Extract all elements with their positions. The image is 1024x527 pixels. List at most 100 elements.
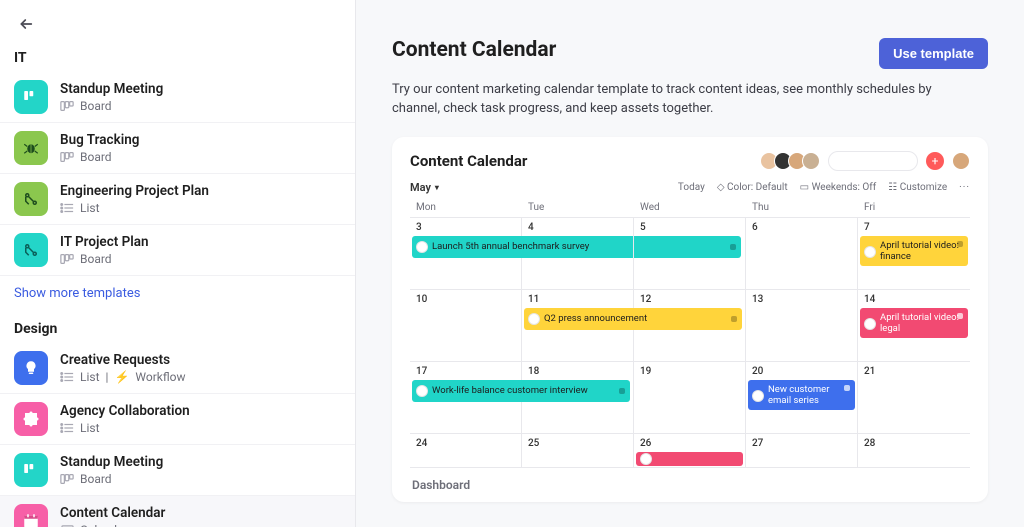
- calendar-cell[interactable]: 24: [410, 434, 522, 468]
- event-handle-icon: [957, 241, 963, 247]
- dashboard-tab[interactable]: Dashboard: [410, 468, 970, 502]
- cell-date: 18: [522, 366, 633, 379]
- cell-date: 11: [522, 294, 633, 307]
- calendar-cell[interactable]: 18: [522, 362, 634, 434]
- template-item[interactable]: IT Project Plan Board: [0, 225, 355, 276]
- bug-icon: [22, 139, 40, 157]
- day-header: Wed: [634, 198, 746, 217]
- arrow-left-icon: [18, 16, 34, 32]
- calendar-cell[interactable]: 3 Launch 5th annual benchmark survey: [410, 218, 522, 290]
- template-description: Try our content marketing calendar templ…: [392, 81, 932, 119]
- cell-date: 12: [634, 294, 745, 307]
- workflow-bolt-icon: ⚡: [114, 370, 129, 384]
- event-partial[interactable]: [636, 452, 743, 466]
- template-icon: [14, 402, 48, 436]
- template-item[interactable]: Creative Requests List | ⚡ Workflow: [0, 343, 355, 394]
- avatar: [864, 246, 876, 258]
- calendar-cell[interactable]: 26: [634, 434, 746, 468]
- collaborator-avatars[interactable]: [760, 152, 820, 170]
- use-template-button[interactable]: Use template: [879, 38, 988, 69]
- plan-icon: [22, 241, 40, 259]
- template-item-selected[interactable]: Content Calendar Calendar: [0, 496, 355, 527]
- board-type-icon: [60, 253, 74, 265]
- template-item[interactable]: Standup Meeting Board: [0, 445, 355, 496]
- color-option[interactable]: ◇ Color: Default: [717, 182, 788, 193]
- add-button[interactable]: +: [926, 152, 944, 170]
- section-header-it: IT: [0, 44, 355, 72]
- calendar-row: 24 25 26 27 28: [410, 434, 970, 468]
- template-preview: Content Calendar + May ▾ Today ◇ C: [392, 137, 988, 502]
- template-title: Engineering Project Plan: [60, 183, 209, 199]
- month-label: May: [410, 181, 431, 194]
- template-title: IT Project Plan: [60, 234, 149, 250]
- show-more-link[interactable]: Show more templates: [0, 276, 355, 315]
- calendar-cell[interactable]: 14 April tutorial video: legal: [858, 290, 970, 362]
- template-type: Calendar: [80, 523, 128, 527]
- calendar-icon: [22, 512, 40, 527]
- template-icon: [14, 182, 48, 216]
- board-icon: [22, 88, 40, 106]
- calendar-cell[interactable]: 21: [858, 362, 970, 434]
- calendar-cell[interactable]: 17 Work-life balance customer interview: [410, 362, 522, 434]
- cell-date: 17: [410, 366, 521, 379]
- board-type-icon: [60, 100, 74, 112]
- template-extra: Workflow: [135, 370, 185, 384]
- cell-date: 24: [410, 438, 521, 451]
- calendar-cell[interactable]: 12: [634, 290, 746, 362]
- board-icon: [22, 461, 40, 479]
- template-title: Content Calendar: [60, 505, 165, 521]
- avatar: [640, 453, 652, 465]
- plus-icon: +: [932, 154, 939, 168]
- calendar-cell[interactable]: 5: [634, 218, 746, 290]
- chevron-down-icon: ▾: [435, 183, 439, 192]
- event-title: New customer email series: [768, 385, 849, 407]
- weekends-toggle[interactable]: ▭ Weekends: Off: [800, 182, 877, 193]
- avatar: [528, 313, 540, 325]
- calendar-cell[interactable]: 10: [410, 290, 522, 362]
- calendar-cell[interactable]: 7 April tutorial video: finance: [858, 218, 970, 290]
- day-header: Fri: [858, 198, 970, 217]
- calendar-cell[interactable]: 6: [746, 218, 858, 290]
- template-detail: Content Calendar Use template Try our co…: [356, 0, 1024, 527]
- event-tutorial-legal[interactable]: April tutorial video: legal: [860, 308, 968, 338]
- search-input[interactable]: [828, 151, 918, 171]
- list-type-icon: [60, 371, 74, 383]
- event-title: April tutorial video: legal: [880, 313, 962, 335]
- calendar-cell[interactable]: 28: [858, 434, 970, 468]
- event-email-series[interactable]: New customer email series: [748, 380, 855, 410]
- calendar-cell[interactable]: 27: [746, 434, 858, 468]
- calendar-cell[interactable]: 13: [746, 290, 858, 362]
- template-type: List: [80, 370, 100, 384]
- calendar-cell[interactable]: 4: [522, 218, 634, 290]
- template-type: Board: [80, 252, 112, 266]
- template-item[interactable]: Engineering Project Plan List: [0, 174, 355, 225]
- more-menu[interactable]: ···: [959, 182, 970, 193]
- back-button[interactable]: [14, 12, 38, 36]
- calendar-cell[interactable]: 20 New customer email series: [746, 362, 858, 434]
- day-header: Mon: [410, 198, 522, 217]
- template-icon: [14, 80, 48, 114]
- template-item[interactable]: Bug Tracking Board: [0, 123, 355, 174]
- event-handle-icon: [957, 313, 963, 319]
- event-handle-icon: [844, 385, 850, 391]
- template-item[interactable]: Agency Collaboration List: [0, 394, 355, 445]
- event-tutorial-finance[interactable]: April tutorial video: finance: [860, 236, 968, 266]
- month-selector[interactable]: May ▾: [410, 181, 439, 194]
- template-type: Board: [80, 99, 112, 113]
- current-user-avatar[interactable]: [952, 152, 970, 170]
- calendar-cell[interactable]: 25: [522, 434, 634, 468]
- list-type-icon: [60, 422, 74, 434]
- cell-date: 4: [522, 222, 633, 235]
- template-item[interactable]: Standup Meeting Board: [0, 72, 355, 123]
- template-type: Board: [80, 150, 112, 164]
- customize-button[interactable]: ☷ Customize: [888, 182, 947, 193]
- template-icon: [14, 504, 48, 527]
- avatar: [752, 390, 764, 402]
- calendar-row: 17 Work-life balance customer interview …: [410, 362, 970, 434]
- cell-date: 19: [634, 366, 745, 379]
- calendar-cell[interactable]: 11 Q2 press announcement: [522, 290, 634, 362]
- today-button[interactable]: Today: [678, 182, 705, 193]
- calendar-cell[interactable]: 19: [634, 362, 746, 434]
- cell-date: 28: [858, 438, 970, 451]
- cell-date: 7: [858, 222, 970, 235]
